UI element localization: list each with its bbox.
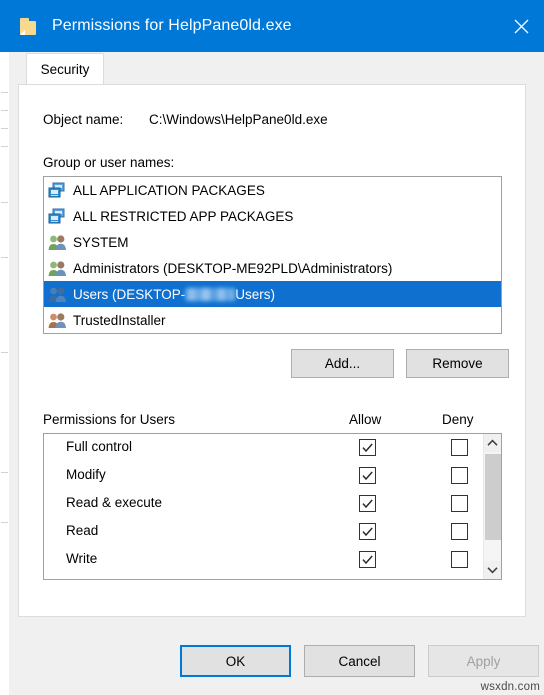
permission-row[interactable]: Write	[44, 546, 483, 574]
apply-button: Apply	[428, 645, 539, 677]
background-window-titlebar	[0, 0, 9, 52]
object-name-label: Object name:	[43, 112, 124, 127]
list-item-label-prefix: Users (DESKTOP-	[73, 286, 186, 302]
allow-checkbox[interactable]	[359, 467, 376, 484]
allow-checkbox[interactable]	[359, 439, 376, 456]
object-name-row: Object name: C:\Windows\HelpPane0ld.exe	[43, 112, 328, 127]
window-title: Permissions for HelpPane0ld.exe	[52, 17, 292, 34]
allow-checkbox[interactable]	[359, 495, 376, 512]
permission-name: Read & execute	[66, 495, 163, 510]
app-package-icon	[48, 208, 67, 225]
deny-checkbox[interactable]	[451, 439, 468, 456]
list-item-label: Administrators (DESKTOP-ME92PLD\Administ…	[73, 260, 393, 276]
permission-row[interactable]: Modify	[44, 462, 483, 490]
permission-name: Modify	[66, 467, 106, 482]
list-item-label: TrustedInstaller	[73, 312, 166, 328]
background-window-strip	[0, 0, 9, 695]
deny-checkbox[interactable]	[451, 579, 468, 580]
folder-icon	[20, 17, 40, 35]
allow-column-header: Allow	[349, 412, 382, 427]
permission-row[interactable]: Full control	[44, 434, 483, 462]
scroll-up-arrow-icon[interactable]	[484, 434, 501, 452]
users-group-icon	[48, 234, 67, 251]
permission-name: Read	[66, 523, 99, 538]
allow-checkbox[interactable]	[359, 551, 376, 568]
list-item[interactable]: ALL APPLICATION PACKAGES	[44, 177, 501, 203]
allow-checkbox[interactable]	[359, 579, 376, 580]
permission-row-partial[interactable]	[44, 574, 483, 580]
deny-checkbox[interactable]	[451, 551, 468, 568]
list-item-label: ALL RESTRICTED APP PACKAGES	[73, 208, 294, 224]
redacted-computer-name	[185, 287, 236, 301]
add-button[interactable]: Add...	[291, 349, 394, 378]
permission-row[interactable]: Read & execute	[44, 490, 483, 518]
permissions-label: Permissions for Users	[43, 412, 176, 427]
deny-checkbox[interactable]	[451, 495, 468, 512]
tab-security[interactable]: Security	[26, 53, 104, 84]
tab-strip: Security	[9, 52, 544, 84]
app-package-icon	[48, 182, 67, 199]
users-group-icon	[48, 312, 67, 329]
cancel-button[interactable]: Cancel	[304, 645, 415, 677]
object-name-value: C:\Windows\HelpPane0ld.exe	[149, 112, 328, 127]
allow-checkbox[interactable]	[359, 523, 376, 540]
list-item[interactable]: ALL RESTRICTED APP PACKAGES	[44, 203, 501, 229]
deny-checkbox[interactable]	[451, 467, 468, 484]
permissions-scrollbar[interactable]	[483, 434, 501, 579]
dialog-footer: OK Cancel Apply	[9, 617, 544, 695]
permissions-dialog: Permissions for HelpPane0ld.exe Security…	[9, 0, 544, 695]
titlebar: Permissions for HelpPane0ld.exe	[9, 0, 544, 52]
scroll-down-arrow-icon[interactable]	[484, 561, 501, 579]
users-group-icon	[48, 260, 67, 277]
list-item-label: SYSTEM	[73, 234, 129, 250]
list-item-label-suffix: Users)	[235, 286, 276, 302]
deny-column-header: Deny	[442, 412, 474, 427]
group-list-label: Group or user names:	[43, 155, 175, 170]
permission-name: Full control	[66, 439, 133, 454]
watermark: wsxdn.com	[480, 681, 540, 693]
remove-button[interactable]: Remove	[406, 349, 509, 378]
background-window-body	[0, 52, 9, 695]
list-item[interactable]: Administrators (DESKTOP-ME92PLD\Administ…	[44, 255, 501, 281]
close-icon[interactable]	[498, 0, 544, 52]
list-item-selected[interactable]: Users (DESKTOP- Users)	[44, 281, 501, 307]
list-item-label: ALL APPLICATION PACKAGES	[73, 182, 265, 198]
scrollbar-thumb[interactable]	[485, 454, 501, 540]
list-item-label: Users (DESKTOP- Users)	[73, 287, 275, 302]
permissions-list[interactable]: Full control Modify Read & execute Read …	[43, 433, 502, 580]
list-item[interactable]: TrustedInstaller	[44, 307, 501, 333]
ok-button[interactable]: OK	[180, 645, 291, 677]
group-or-user-names-list[interactable]: ALL APPLICATION PACKAGES ALL RESTRICTED …	[43, 176, 502, 334]
list-item[interactable]: SYSTEM	[44, 229, 501, 255]
security-tab-panel: Object name: C:\Windows\HelpPane0ld.exe G…	[18, 84, 526, 617]
permission-name: Write	[66, 551, 98, 566]
users-group-icon	[48, 286, 67, 303]
permission-row[interactable]: Read	[44, 518, 483, 546]
deny-checkbox[interactable]	[451, 523, 468, 540]
